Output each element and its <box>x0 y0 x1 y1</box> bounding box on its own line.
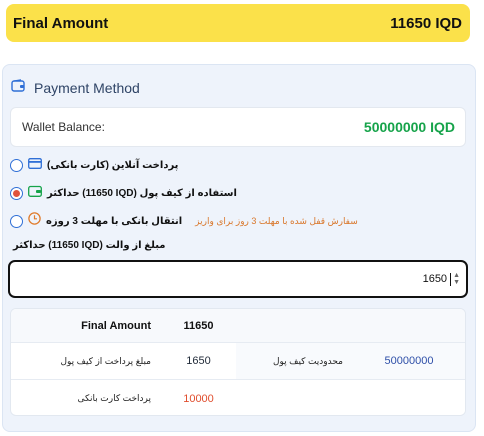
number-stepper[interactable]: ▲ ▼ <box>453 272 460 286</box>
stepper-down-icon[interactable]: ▼ <box>453 279 460 286</box>
empty-cell <box>236 309 351 342</box>
table-row: مبلغ پرداخت از کیف پول 1650 محدودیت کیف … <box>11 343 465 380</box>
clock-icon <box>28 212 41 230</box>
empty-cell <box>236 380 351 415</box>
summary-wallet-limit-label: محدودیت کیف پول <box>236 343 351 379</box>
empty-cell <box>351 380 465 415</box>
final-amount-value: 11650 IQD <box>390 14 462 32</box>
table-row: پرداخت کارت بانکی 10000 <box>11 380 465 415</box>
summary-wallet-limit-value: 50000000 <box>351 343 465 379</box>
payment-summary-table: Final Amount 11650 مبلغ پرداخت از کیف پو… <box>10 308 466 416</box>
wallet-amount-label: حداکثر (11650 IQD) مبلغ از والت <box>13 240 166 251</box>
radio-bank-transfer[interactable] <box>10 214 23 228</box>
option-online-card[interactable]: پرداخت آنلاین (کارت بانکی) <box>10 156 178 174</box>
option-bank-transfer[interactable]: انتقال بانکی با مهلت 3 روزه سفارش قفل شد… <box>10 212 358 230</box>
credit-card-icon <box>28 156 42 174</box>
option-bank-transfer-note: سفارش قفل شده با مهلت 3 روز برای واریز <box>195 215 358 226</box>
final-amount-label: Final Amount <box>13 14 109 32</box>
payment-method-panel: Payment Method Wallet Balance: 50000000 … <box>2 64 476 432</box>
final-amount-bar: Final Amount 11650 IQD <box>6 4 470 42</box>
option-wallet[interactable]: حداکثر (11650 IQD) استفاده از کیف پول <box>10 184 237 202</box>
radio-wallet[interactable] <box>10 186 23 200</box>
wallet-amount-value[interactable]: 1650 <box>423 273 447 285</box>
summary-wallet-payment-value: 1650 <box>186 355 211 367</box>
summary-card-payment-value: 10000 <box>183 392 214 405</box>
wallet-balance-label: Wallet Balance: <box>22 120 105 134</box>
option-online-card-label: پرداخت آنلاین (کارت بانکی) <box>47 159 179 171</box>
radio-online-card[interactable] <box>10 158 23 172</box>
empty-cell <box>351 309 465 342</box>
wallet-balance-box: Wallet Balance: 50000000 IQD <box>10 107 466 147</box>
text-caret <box>450 272 452 286</box>
wallet-balance-value: 50000000 IQD <box>363 119 455 135</box>
summary-final-amount-value: 11650 <box>183 319 214 332</box>
summary-wallet-payment-label: مبلغ پرداخت از کیف پول <box>60 355 151 366</box>
payment-method-header: Payment Method <box>11 79 140 97</box>
summary-final-amount-label: Final Amount <box>81 319 151 332</box>
summary-card-payment-label: پرداخت کارت بانکی <box>77 393 151 403</box>
stepper-up-icon[interactable]: ▲ <box>453 272 460 279</box>
wallet-amount-input[interactable]: 1650 ▲ ▼ <box>8 260 468 298</box>
wallet-icon <box>28 184 42 202</box>
wallet-icon <box>11 79 26 97</box>
option-bank-transfer-label: انتقال بانکی با مهلت 3 روزه <box>46 215 183 227</box>
option-wallet-label: حداکثر (11650 IQD) استفاده از کیف پول <box>47 187 237 199</box>
table-row: Final Amount 11650 <box>11 309 465 343</box>
payment-method-title: Payment Method <box>34 80 140 96</box>
